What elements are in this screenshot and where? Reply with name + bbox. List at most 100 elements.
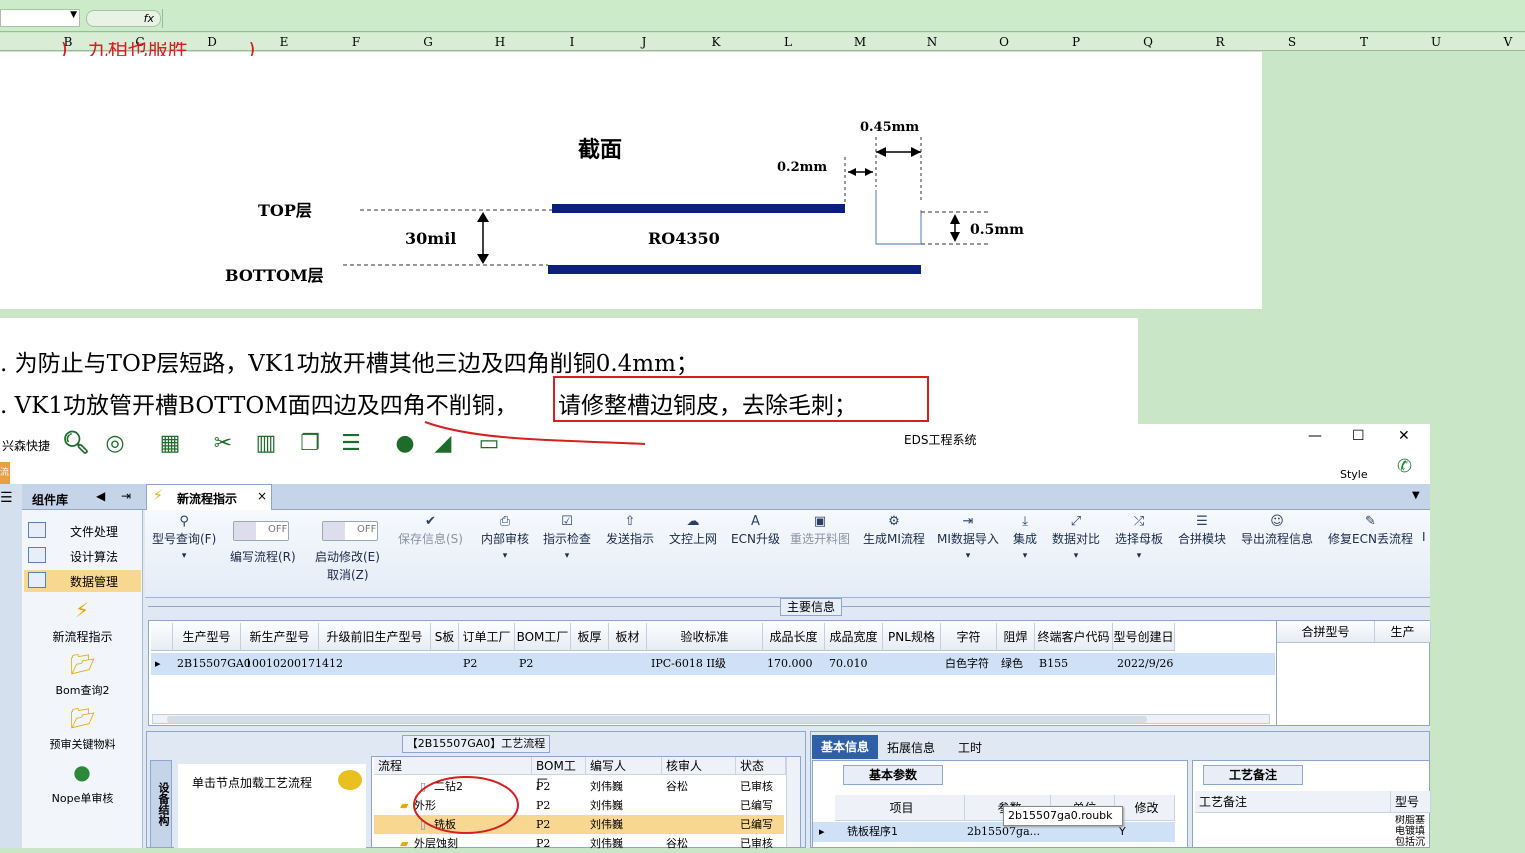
ribbon-button[interactable]: ⤓ 集成 ▾ [1013,514,1037,561]
column-header[interactable]: BOM工厂 [532,757,586,791]
lightning-icon[interactable]: ⚡ [70,598,94,622]
column-header[interactable]: 板材 [609,623,647,651]
phone-icon[interactable]: ✆ [1397,456,1412,477]
tool-label[interactable]: Nope单审核 [22,790,143,806]
column-header[interactable]: 验收标准 [647,623,763,651]
ribbon-button[interactable]: ⤢ 数据对比 ▾ [1052,514,1100,561]
column-letter[interactable]: R [1210,35,1230,49]
name-box[interactable]: ▼ [0,9,80,27]
ribbon-button[interactable]: ▣ 重选开料图 [790,514,850,547]
chart-icon[interactable]: ◢ [430,431,456,457]
column-letter[interactable]: K [706,35,726,49]
horizontal-scrollbar[interactable] [152,714,1270,724]
sidebar-item[interactable]: 设计算法 [24,545,141,567]
column-header[interactable]: 升级前旧生产型号 [319,623,431,651]
column-letter[interactable]: O [994,35,1014,49]
table-row[interactable]: ▸ 2B15507GA0 10010200171412 P2 P2 IPC-6018 II… [151,653,1275,675]
close-icon[interactable]: × [257,489,267,503]
tab-hours[interactable]: 工时 [958,739,982,756]
column-header[interactable]: 型号创建日 [1113,623,1175,651]
chevron-down-icon[interactable]: ▼ [70,10,77,20]
ribbon-button[interactable]: A ECN升级 [731,514,780,547]
column-letter[interactable]: I [562,35,582,49]
column-letter[interactable]: S [1282,35,1302,49]
column-header[interactable]: 生产型号 [173,623,241,651]
column-header[interactable]: 订单工厂 [459,623,515,651]
column-header[interactable]: 状态 [736,757,786,775]
sidebar-item[interactable]: 数据管理 [24,570,141,592]
tab-extended-info[interactable]: 拓展信息 [887,739,935,756]
column-letter[interactable]: P [1066,35,1086,49]
column-letter[interactable]: U [1426,35,1446,49]
column-header[interactable]: 成品宽度 [825,623,883,651]
ribbon-button[interactable]: ☰ 合拼模块 [1178,514,1226,547]
column-header[interactable]: 板厚 [571,623,609,651]
column-header[interactable]: 终端客户代码 [1035,623,1113,651]
tab-new-flow[interactable]: ⚡ 新流程指示 × [146,484,272,511]
column-letter[interactable]: J [634,35,654,49]
ribbon-button[interactable]: ⚙ 生成MI流程 [863,514,925,547]
lifebuoy-icon[interactable]: ◎ [102,431,128,457]
copy-icon[interactable]: ❐ [297,431,323,457]
tool-label[interactable]: 新流程指示 [22,628,143,645]
vertical-tab[interactable]: 设备结构 [150,760,172,848]
folder-icon[interactable]: 📂︎ [70,652,95,676]
column-letter[interactable]: M [850,35,870,49]
ribbon-button[interactable]: ☁ 文控上网 [669,514,717,547]
column-header[interactable]: PNL规格 [883,623,941,651]
minimize-button[interactable]: — [1308,428,1322,444]
ribbon-button[interactable]: ⇧ 发送指示 [606,514,654,547]
column-letter[interactable]: V [1498,35,1518,49]
start-modify-toggle[interactable]: OFF [322,521,378,541]
close-button[interactable]: ✕ [1398,428,1410,444]
formula-input[interactable] [162,9,1525,28]
column-header[interactable]: 流程 [374,757,532,775]
column-header[interactable]: BOM工厂 [515,623,571,651]
user-icon[interactable]: ● [70,760,94,784]
column-header[interactable]: 字符 [941,623,997,651]
sidebar-item[interactable]: 文件处理 [24,520,141,542]
menu-icon[interactable]: ☰ [0,490,13,506]
column-header[interactable]: 编写人 [586,757,662,775]
folder-icon[interactable]: 📂︎ [70,706,95,730]
column-letter[interactable]: H [490,35,510,49]
tab-basic-info[interactable]: 基本信息 [812,735,878,759]
column-letter[interactable]: Q [1138,35,1158,49]
ribbon-button[interactable]: ☑ 指示检查 ▾ [543,514,591,561]
column-letter[interactable]: T [1354,35,1374,49]
search-icon[interactable]: 🔍︎ [62,431,90,457]
user-icon[interactable]: ● [392,431,418,457]
column-letter[interactable]: L [778,35,798,49]
tool-label[interactable]: 预审关键物料 [22,736,143,752]
ribbon-button[interactable]: ☺ 导出流程信息 [1241,514,1313,547]
window-icon[interactable]: ▭ [476,431,502,457]
column-letter[interactable]: G [418,35,438,49]
column-header[interactable]: 核审人 [662,757,736,775]
tool-label[interactable]: Bom查询2 [22,682,143,698]
vertical-scrollbar[interactable] [786,757,800,847]
maximize-button[interactable]: ☐ [1352,428,1365,444]
ribbon-overflow[interactable]: I [1422,530,1426,544]
column-header[interactable]: 成品长度 [763,623,825,651]
grid-icon[interactable]: ▦ [157,431,183,457]
ribbon-button[interactable]: ⤮ 选择母板 ▾ [1115,514,1163,561]
column-header[interactable]: 阻焊 [997,623,1035,651]
column-header[interactable]: 新生产型号 [241,623,319,651]
column-letter[interactable]: N [922,35,942,49]
edit-flow-toggle[interactable]: OFF [233,521,289,541]
ribbon-button[interactable]: ⇥ MI数据导入 ▾ [937,514,999,561]
query-button[interactable]: ⚲ 型号查询(F) ▾ [152,514,216,561]
ribbon-button[interactable]: ✎ 修复ECN丢流程 [1328,514,1413,547]
table-row[interactable]: ▰ 外层蚀刻 P2 刘伟巍 谷松 已审核 [374,834,784,853]
chevron-left-icon[interactable]: ◀ [96,489,105,503]
column-header[interactable]: S板 [431,623,459,651]
ribbon-button[interactable]: ⎙ 内部审核 ▾ [481,514,529,561]
ribbon-button[interactable]: ✔ 保存信息(S) [398,514,463,547]
style-menu[interactable]: Style [1340,468,1368,481]
fx-button[interactable]: fx [86,10,161,27]
list-icon[interactable]: ☰ [338,431,364,457]
scissors-icon[interactable]: ✂ [210,431,236,457]
chevron-down-icon[interactable]: ▼ [1412,490,1420,501]
film-icon[interactable]: ▥ [253,431,279,457]
pin-icon[interactable]: ⇥ [121,489,131,503]
